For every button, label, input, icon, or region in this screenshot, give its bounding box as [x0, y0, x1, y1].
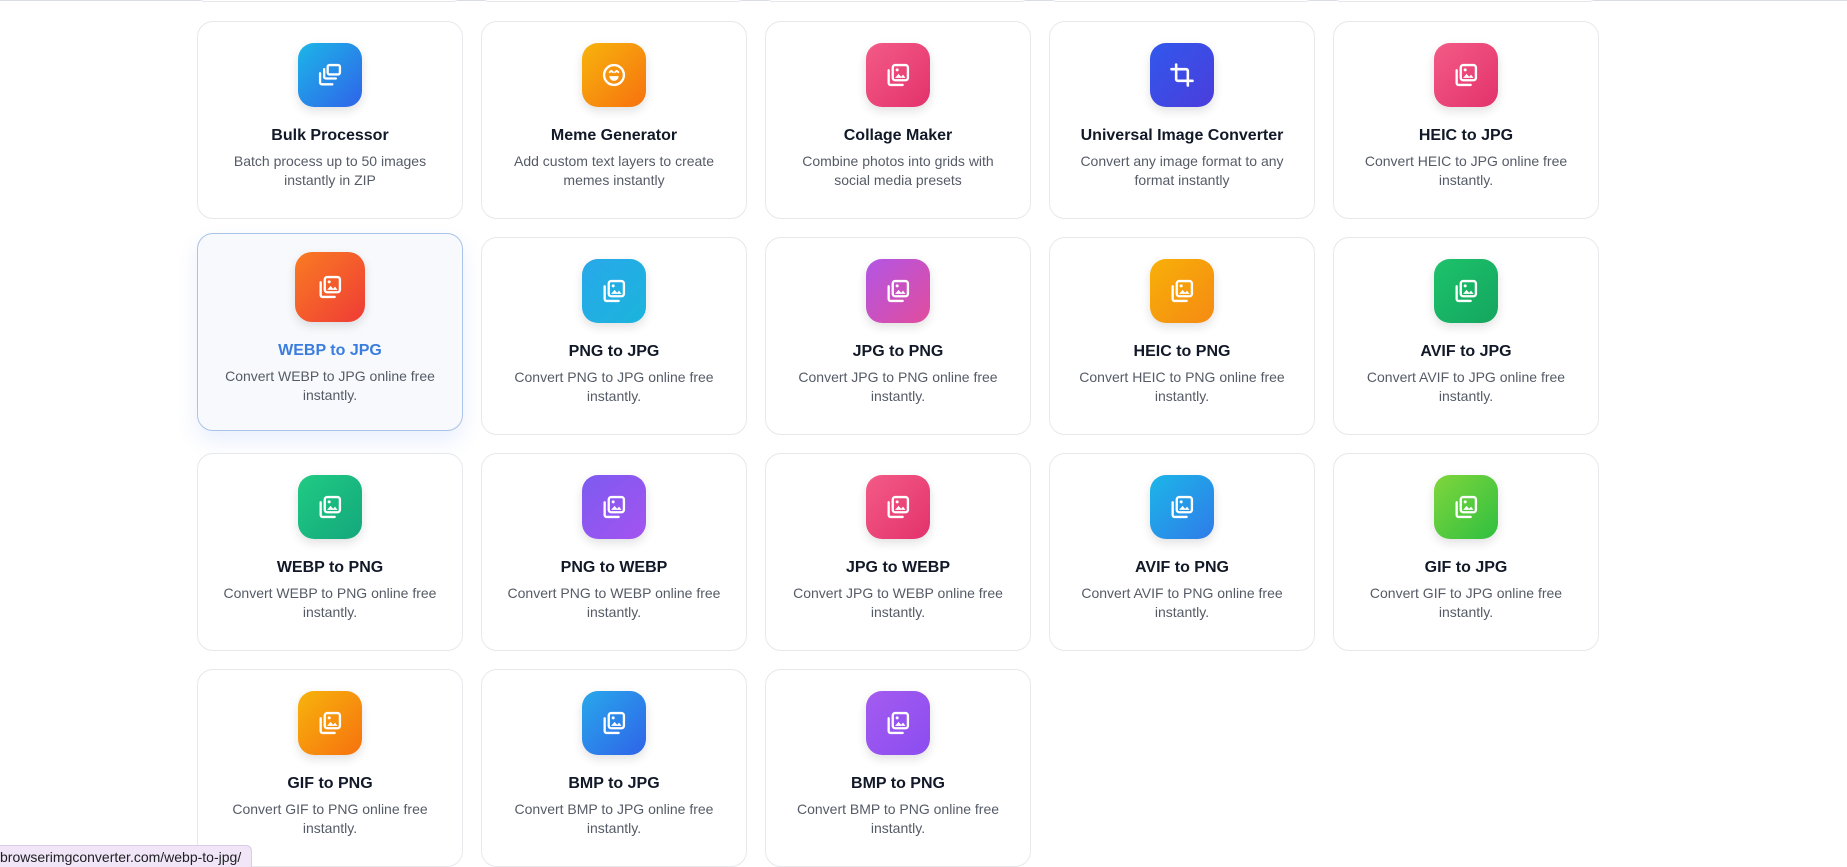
tool-card-heic-to-png[interactable]: HEIC to PNG Convert HEIC to PNG online fr…: [1049, 237, 1315, 435]
tool-card-title: WEBP to PNG: [276, 559, 384, 576]
tool-card-title: WEBP to JPG: [278, 342, 382, 359]
tool-card-avif-to-jpg[interactable]: AVIF to JPG Convert AVIF to JPG online fr…: [1333, 237, 1599, 435]
tool-card-gif-to-jpg[interactable]: GIF to JPG Convert GIF to JPG online free…: [1333, 453, 1599, 651]
tool-card-heic-to-jpg[interactable]: HEIC to JPG Convert HEIC to JPG online fr…: [1333, 21, 1599, 219]
tool-card-title: Collage Maker: [843, 127, 953, 144]
tool-card-universal-image-converter[interactable]: Universal Image Converter Convert any ima…: [1049, 21, 1315, 219]
tool-card-meme-generator[interactable]: Meme Generator Add custom text layers to …: [481, 21, 747, 219]
tool-card-description: Convert BMP to PNG online free instantly…: [796, 801, 1000, 836]
images-icon: [582, 475, 646, 539]
tool-card-description: Convert JPG to WEBP online free instantl…: [793, 585, 1003, 620]
previous-row-card-edge: [1333, 0, 1597, 2]
tool-card-jpg-to-webp[interactable]: JPG to WEBP Convert JPG to WEBP online fr…: [765, 453, 1031, 651]
tool-card-title: Meme Generator: [550, 127, 678, 144]
tool-card-title: HEIC to PNG: [1133, 343, 1231, 360]
images-icon: [866, 43, 930, 107]
tools-page: Bulk Processor Batch process up to 50 ima…: [0, 0, 1847, 867]
tool-card-avif-to-png[interactable]: AVIF to PNG Convert AVIF to PNG online fr…: [1049, 453, 1315, 651]
crop-icon: [1150, 43, 1214, 107]
images-icon: [1150, 259, 1214, 323]
tool-card-title: GIF to JPG: [1424, 559, 1508, 576]
tool-card-bulk-processor[interactable]: Bulk Processor Batch process up to 50 ima…: [197, 21, 463, 219]
tool-card-description: Convert WEBP to PNG online free instantl…: [223, 585, 437, 620]
tool-card-description: Convert AVIF to JPG online free instantl…: [1366, 369, 1566, 404]
tool-card-description: Combine photos into grids with social me…: [802, 153, 994, 188]
tool-card-description: Add custom text layers to create memes i…: [514, 153, 714, 188]
tool-card-title: AVIF to PNG: [1135, 559, 1229, 576]
tool-card-png-to-jpg[interactable]: PNG to JPG Convert PNG to JPG online free…: [481, 237, 747, 435]
tool-card-bmp-to-png[interactable]: BMP to PNG Convert BMP to PNG online free…: [765, 669, 1031, 867]
tool-card-title: AVIF to JPG: [1420, 343, 1512, 360]
tool-card-title: BMP to PNG: [851, 775, 945, 792]
previous-row-card-edge: [765, 0, 1029, 2]
images-icon: [1434, 475, 1498, 539]
previous-row-card-edge: [1049, 0, 1313, 2]
tool-card-description: Convert WEBP to JPG online free instantl…: [225, 368, 435, 403]
tool-card-description: Convert PNG to WEBP online free instantl…: [507, 585, 721, 620]
images-icon: [866, 259, 930, 323]
images-icon: [1434, 259, 1498, 323]
tool-grid: Bulk Processor Batch process up to 50 ima…: [197, 21, 1599, 867]
tool-card-jpg-to-png[interactable]: JPG to PNG Convert JPG to PNG online free…: [765, 237, 1031, 435]
tool-card-title: BMP to JPG: [568, 775, 660, 792]
tool-card-title: GIF to PNG: [287, 775, 373, 792]
tool-card-title: Universal Image Converter: [1080, 127, 1284, 144]
tool-card-description: Convert JPG to PNG online free instantly…: [798, 369, 998, 404]
tool-card-webp-to-png[interactable]: WEBP to PNG Convert WEBP to PNG online fr…: [197, 453, 463, 651]
tool-card-bmp-to-jpg[interactable]: BMP to JPG Convert BMP to JPG online free…: [481, 669, 747, 867]
previous-row-card-edge: [481, 0, 745, 2]
tool-card-webp-to-jpg[interactable]: WEBP to JPG Convert WEBP to JPG online fr…: [197, 233, 463, 431]
images-icon: [295, 252, 365, 322]
images-icon: [866, 691, 930, 755]
tool-card-description: Convert HEIC to PNG online free instantl…: [1079, 369, 1285, 404]
images-icon: [1434, 43, 1498, 107]
bulk-icon: [298, 43, 362, 107]
tool-card-title: Bulk Processor: [271, 127, 389, 144]
tool-card-description: Convert PNG to JPG online free instantly…: [514, 369, 714, 404]
tool-card-description: Batch process up to 50 images instantly …: [233, 153, 427, 188]
images-icon: [298, 691, 362, 755]
tool-card-collage-maker[interactable]: Collage Maker Combine photos into grids w…: [765, 21, 1031, 219]
tool-card-title: PNG to WEBP: [560, 559, 668, 576]
tool-card-description: Convert any image format to any format i…: [1080, 153, 1284, 188]
tool-card-title: JPG to PNG: [852, 343, 944, 360]
tool-card-gif-to-png[interactable]: GIF to PNG Convert GIF to PNG online free…: [197, 669, 463, 867]
tool-card-description: Convert GIF to PNG online free instantly…: [232, 801, 428, 836]
tool-card-title: JPG to WEBP: [845, 559, 950, 576]
tool-card-png-to-webp[interactable]: PNG to WEBP Convert PNG to WEBP online fr…: [481, 453, 747, 651]
tool-card-title: PNG to JPG: [568, 343, 660, 360]
tool-card-description: Convert GIF to JPG online free instantly…: [1369, 585, 1563, 620]
images-icon: [1150, 475, 1214, 539]
status-bar-url: browserimgconverter.com/webp-to-jpg/: [0, 845, 253, 867]
smile-icon: [582, 43, 646, 107]
images-icon: [298, 475, 362, 539]
tool-card-title: HEIC to JPG: [1418, 127, 1514, 144]
tool-card-description: Convert HEIC to JPG online free instantl…: [1364, 153, 1568, 188]
tool-card-description: Convert AVIF to PNG online free instantl…: [1081, 585, 1283, 620]
images-icon: [866, 475, 930, 539]
images-icon: [582, 259, 646, 323]
images-icon: [582, 691, 646, 755]
tool-card-description: Convert BMP to JPG online free instantly…: [514, 801, 714, 836]
previous-row-card-edge: [197, 0, 461, 2]
